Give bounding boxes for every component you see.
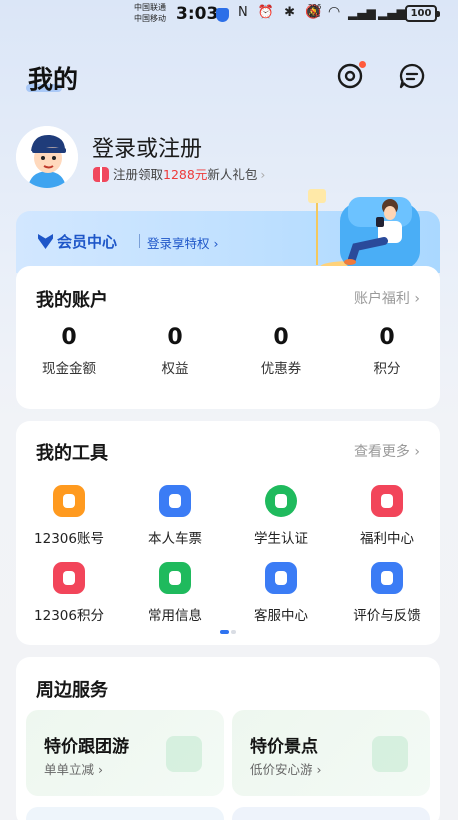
new-user-gift-link[interactable]: 注册领取1288元新人礼包 › bbox=[93, 164, 265, 183]
tools-title: 我的工具 bbox=[36, 443, 108, 464]
notification-dot bbox=[359, 61, 366, 68]
battery-icon: 100 bbox=[405, 5, 440, 22]
points-icon bbox=[53, 562, 85, 594]
member-title-text: 会员中心 bbox=[57, 233, 118, 251]
tool-label: 12306积分 bbox=[34, 608, 104, 624]
avatar[interactable] bbox=[16, 126, 78, 188]
cash-label: 现金金额 bbox=[42, 361, 96, 377]
tool-label: 学生认证 bbox=[254, 531, 308, 547]
coupons-value: 0 bbox=[273, 325, 289, 350]
carrier-2: 中国移动 bbox=[134, 14, 166, 23]
ticket-icon bbox=[159, 485, 191, 517]
account-item-points[interactable]: 0 积分 bbox=[334, 324, 440, 377]
signal-icon: ▂▄▆ bbox=[348, 6, 376, 20]
member-center-title: 会员中心 bbox=[38, 231, 117, 252]
battery-level: 100 bbox=[410, 8, 432, 19]
carrier-1: 中国联通 bbox=[134, 3, 166, 12]
page-title: 我的 bbox=[28, 65, 79, 94]
clock: 3:03 bbox=[176, 4, 219, 24]
account-title: 我的账户 bbox=[36, 290, 108, 311]
tool-label: 客服中心 bbox=[254, 608, 308, 624]
cash-value: 0 bbox=[61, 325, 77, 350]
contact-icon bbox=[159, 562, 191, 594]
tool-12306-points[interactable]: 12306积分 bbox=[16, 562, 122, 624]
login-register-link[interactable]: 登录或注册 bbox=[92, 131, 202, 163]
tool-customer-service[interactable]: 客服中心 bbox=[228, 562, 334, 624]
carrier-info: 中国联通 中国移动 bbox=[134, 2, 166, 24]
message-icon[interactable] bbox=[398, 62, 426, 90]
nearby-title: 周边服务 bbox=[36, 680, 108, 701]
page-dot-active bbox=[220, 630, 229, 634]
tool-label: 本人车票 bbox=[148, 531, 202, 547]
coupons-label: 优惠券 bbox=[260, 361, 302, 377]
account-icon bbox=[53, 485, 85, 517]
tool-12306-account[interactable]: 12306账号 bbox=[16, 485, 122, 547]
account-item-rights[interactable]: 0 权益 bbox=[122, 324, 228, 377]
net-speed-value: 296 bbox=[308, 3, 322, 11]
tool-label: 12306账号 bbox=[34, 531, 104, 547]
tool-label: 常用信息 bbox=[148, 608, 202, 624]
tool-welfare-center[interactable]: 福利中心 bbox=[334, 485, 440, 547]
wifi-icon: ◠ bbox=[328, 4, 341, 20]
tool-common-info[interactable]: 常用信息 bbox=[122, 562, 228, 624]
member-privilege-link[interactable]: 登录享特权 › bbox=[147, 233, 218, 252]
net-speed-unit: K/s bbox=[309, 11, 320, 19]
signal-icon: ▂▄▆ bbox=[378, 6, 406, 20]
graduation-cap-icon bbox=[265, 485, 297, 517]
my-tools-card: 我的工具 查看更多 › 12306账号 本人车票 学生认证 福利中心 12306… bbox=[16, 421, 440, 645]
account-benefits-link[interactable]: 账户福利 › bbox=[354, 288, 420, 308]
feedback-icon bbox=[371, 562, 403, 594]
vip-badge-icon bbox=[38, 234, 53, 249]
tile-subtitle: 单单立减 › bbox=[44, 762, 103, 777]
member-illustration bbox=[308, 189, 420, 273]
gift-amount: 1288元 bbox=[163, 167, 208, 182]
chat-icon bbox=[265, 562, 297, 594]
tool-feedback[interactable]: 评价与反馈 bbox=[334, 562, 440, 624]
tool-label: 福利中心 bbox=[360, 531, 414, 547]
chevron-right-icon: › bbox=[260, 167, 266, 182]
status-bar: 中国联通 中国移动 3:03 N ⏰ ✱ 🔕 296 K/s ◠ ▂▄▆ ▂▄▆… bbox=[0, 0, 458, 30]
tile-name: 特价景点 bbox=[250, 737, 318, 757]
tool-label: 评价与反馈 bbox=[353, 608, 421, 624]
rights-value: 0 bbox=[167, 325, 183, 350]
account-item-cash[interactable]: 0 现金金额 bbox=[16, 324, 122, 377]
see-more-link[interactable]: 查看更多 › bbox=[354, 441, 420, 461]
tile-partial[interactable] bbox=[26, 807, 224, 820]
shield-icon bbox=[216, 8, 229, 22]
tile-group-tour[interactable]: 特价跟团游 单单立减 › bbox=[26, 710, 224, 796]
rights-label: 权益 bbox=[161, 361, 189, 377]
tile-scenic-spots[interactable]: 特价景点 低价安心游 › bbox=[232, 710, 430, 796]
gift-box-icon bbox=[371, 485, 403, 517]
tile-subtitle: 低价安心游 › bbox=[250, 762, 322, 777]
tool-student-verify[interactable]: 学生认证 bbox=[228, 485, 334, 547]
tile-partial[interactable] bbox=[232, 807, 430, 820]
luggage-icon bbox=[166, 736, 202, 772]
scenic-icon bbox=[372, 736, 408, 772]
gift-suffix: 新人礼包 bbox=[207, 167, 258, 182]
gift-icon bbox=[93, 167, 109, 182]
avatar-illustration bbox=[16, 126, 78, 188]
page-dot bbox=[231, 630, 236, 634]
tool-my-tickets[interactable]: 本人车票 bbox=[122, 485, 228, 547]
nearby-services-card: 周边服务 特价跟团游 单单立减 › 特价景点 低价安心游 › bbox=[16, 657, 440, 820]
net-speed: 296 K/s bbox=[308, 3, 321, 19]
page-indicator bbox=[220, 630, 236, 634]
divider bbox=[139, 234, 140, 248]
gift-prefix: 注册领取 bbox=[113, 167, 164, 182]
tile-name: 特价跟团游 bbox=[44, 737, 129, 757]
account-item-coupons[interactable]: 0 优惠券 bbox=[228, 324, 334, 377]
points-label: 积分 bbox=[373, 361, 401, 377]
points-value: 0 bbox=[379, 325, 395, 350]
my-account-card: 我的账户 账户福利 › 0 现金金额 0 权益 0 优惠券 0 积分 bbox=[16, 266, 440, 409]
